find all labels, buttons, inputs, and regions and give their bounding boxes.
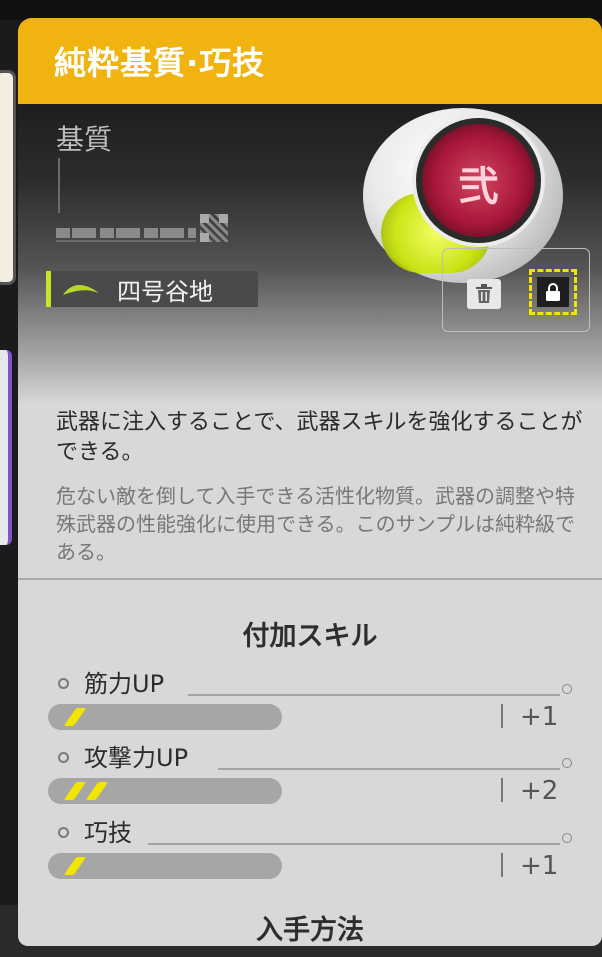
item-detail-panel: 純粋基質·巧技 基質 四号谷地 弐 武器に注入することで、武器スキルを強化するこ…	[18, 18, 602, 946]
skill-underline	[148, 843, 560, 845]
skill-separator	[501, 704, 503, 728]
item-flavor-text: 危ない敵を倒して入手できる活性化物質。武器の調整や特殊武器の性能強化に使用できる…	[56, 484, 575, 564]
background-top	[0, 0, 602, 20]
decor-line	[58, 158, 60, 213]
orb-glyph-icon: 弐	[458, 164, 499, 210]
skill-row: 巧技 +1	[18, 813, 602, 883]
lock-icon	[546, 283, 560, 301]
skill-row: 攻撃力UP +2	[18, 738, 602, 808]
skill-level-marker	[63, 857, 87, 875]
qr-code-icon	[200, 214, 228, 242]
skill-level-marker	[63, 782, 87, 800]
skill-value: +1	[520, 851, 559, 881]
skills-section-title: 付加スキル	[242, 621, 378, 652]
skill-level-marker	[63, 708, 87, 726]
skill-name: 筋力UP	[84, 670, 165, 698]
skill-level-bar	[48, 778, 282, 804]
skill-bullet-icon	[58, 678, 69, 689]
section-divider	[18, 578, 602, 580]
skill-separator	[501, 853, 503, 877]
skill-separator	[501, 778, 503, 802]
barcode-decor	[56, 228, 196, 238]
item-title: 純粋基質·巧技	[54, 44, 266, 82]
barcode-underline	[56, 240, 196, 242]
panel-header: 純粋基質·巧技	[18, 18, 602, 104]
skill-level-marker	[85, 782, 109, 800]
skill-level-bar	[48, 853, 282, 879]
background-card-left-2	[0, 350, 12, 545]
skill-name: 攻撃力UP	[84, 744, 189, 772]
lock-button[interactable]	[529, 269, 577, 315]
acquisition-section-title: 入手方法	[256, 915, 364, 946]
region-badge: 四号谷地	[46, 271, 258, 307]
skill-endcap-icon	[562, 833, 572, 843]
delete-button[interactable]	[467, 279, 501, 309]
skill-value: +1	[520, 702, 559, 732]
item-action-box	[442, 248, 590, 332]
skill-endcap-icon	[562, 758, 572, 768]
skill-level-bar	[48, 704, 282, 730]
item-type-label: 基質	[56, 123, 113, 156]
background-card-left	[0, 70, 16, 285]
skill-name: 巧技	[84, 819, 132, 847]
orb-lens: 弐	[416, 118, 541, 243]
skill-underline	[188, 694, 560, 696]
region-name: 四号谷地	[117, 277, 213, 306]
skill-underline	[218, 768, 560, 770]
skill-bullet-icon	[58, 827, 69, 838]
region-wave-icon	[63, 284, 99, 295]
skill-endcap-icon	[562, 684, 572, 694]
trash-icon	[476, 284, 492, 303]
skill-row: 筋力UP +1	[18, 664, 602, 734]
skill-bullet-icon	[58, 752, 69, 763]
item-description: 武器に注入することで、武器スキルを強化することができる。	[56, 410, 583, 465]
skill-value: +2	[520, 776, 559, 806]
